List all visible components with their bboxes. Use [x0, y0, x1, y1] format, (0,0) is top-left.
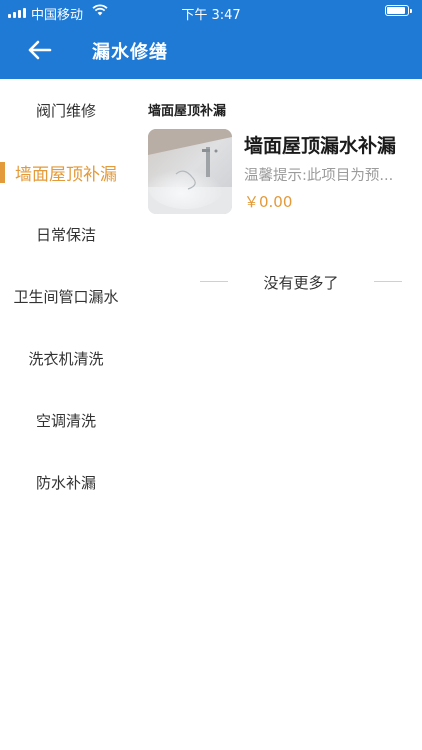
- arrow-left-icon: [28, 40, 52, 60]
- sidebar-item-label: 空调清洗: [35, 411, 96, 430]
- product-price: ￥0.00: [244, 193, 293, 211]
- back-button[interactable]: [24, 34, 56, 66]
- app-header: 中国移动 下午 3:47 漏水修缮: [0, 0, 422, 79]
- sidebar-item-label: 防水补漏: [35, 473, 96, 492]
- section-title: 墙面屋顶补漏: [148, 104, 227, 119]
- sidebar-item-label: 墙面屋顶补漏: [15, 164, 117, 185]
- battery-icon: [385, 5, 412, 16]
- active-indicator: [0, 162, 5, 183]
- sidebar-item-wall-roof-leak[interactable]: 墙面屋顶补漏: [0, 141, 132, 203]
- product-name: 墙面屋顶漏水补漏: [244, 135, 397, 157]
- product-card[interactable]: 墙面屋顶漏水补漏 温馨提示:此项目为预... ￥0.00: [148, 129, 408, 215]
- sidebar-item-label: 卫生间管口漏水: [13, 287, 119, 306]
- sidebar-item-label: 洗衣机清洗: [28, 349, 104, 368]
- sidebar-item-label: 阀门维修: [35, 101, 96, 120]
- sidebar-item-bathroom-pipe-leak[interactable]: 卫生间管口漏水: [0, 265, 132, 327]
- sidebar-item-label: 日常保洁: [35, 225, 96, 244]
- sidebar-item-daily-cleaning[interactable]: 日常保洁: [0, 203, 132, 265]
- sidebar-item-ac-cleaning[interactable]: 空调清洗: [0, 389, 132, 451]
- sidebar-item-waterproofing[interactable]: 防水补漏: [0, 451, 132, 513]
- clock-time: 下午 3:47: [181, 8, 241, 23]
- category-sidebar: 阀门维修 墙面屋顶补漏 日常保洁 卫生间管口漏水 洗衣机清洗 空调清洗 防水补漏: [0, 79, 132, 750]
- page-title: 漏水修缮: [92, 42, 168, 63]
- sidebar-item-washer-cleaning[interactable]: 洗衣机清洗: [0, 327, 132, 389]
- sidebar-item-valve-repair[interactable]: 阀门维修: [0, 79, 132, 141]
- divider-right: [374, 281, 402, 282]
- status-bar: 中国移动 下午 3:47: [0, 0, 422, 24]
- product-thumbnail: [148, 129, 232, 214]
- product-description: 温馨提示:此项目为预...: [244, 168, 394, 184]
- list-end-text: 没有更多了: [263, 274, 339, 292]
- list-end-note: 没有更多了: [198, 270, 404, 292]
